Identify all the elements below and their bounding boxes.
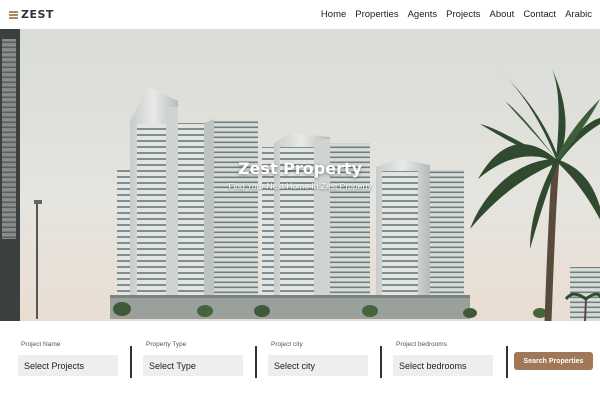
site-header: ZEST Home Properties Agents Projects Abo… — [0, 0, 600, 29]
search-properties-button[interactable]: Search Properties — [514, 352, 593, 370]
hero-banner: Zest Property Find Your Next Home In Zes… — [0, 29, 600, 321]
project-city-field: Project city Select city — [268, 341, 368, 376]
zest-logo-icon — [9, 10, 19, 20]
hero-title: Zest Property — [237, 159, 363, 178]
nav-about[interactable]: About — [489, 9, 514, 20]
field-divider — [255, 346, 257, 378]
main-nav: Home Properties Agents Projects About Co… — [321, 9, 592, 20]
page: ZEST Home Properties Agents Projects Abo… — [0, 0, 600, 400]
property-type-field: Property Type Select Type — [143, 341, 243, 376]
project-name-select[interactable]: Select Projects — [18, 355, 118, 376]
nav-properties[interactable]: Properties — [355, 9, 398, 20]
field-divider — [380, 346, 382, 378]
property-type-select[interactable]: Select Type — [143, 355, 243, 376]
project-bedrooms-select[interactable]: Select bedrooms — [393, 355, 493, 376]
project-name-field: Project Name Select Projects — [18, 341, 118, 376]
project-city-label: Project city — [271, 341, 303, 348]
brand-name: ZEST — [21, 8, 54, 21]
field-divider — [506, 346, 508, 378]
nav-contact[interactable]: Contact — [523, 9, 556, 20]
nav-agents[interactable]: Agents — [408, 9, 438, 20]
hero-subtitle: Find Your Next Home In Zest Property — [228, 181, 372, 191]
project-bedrooms-label: Project bedrooms — [396, 341, 447, 348]
project-city-select[interactable]: Select city — [268, 355, 368, 376]
logo[interactable]: ZEST — [9, 8, 54, 21]
project-bedrooms-field: Project bedrooms Select bedrooms — [393, 341, 493, 376]
project-name-label: Project Name — [21, 341, 61, 348]
property-search-bar: Project Name Select Projects Property Ty… — [0, 321, 600, 400]
property-type-label: Property Type — [146, 341, 187, 348]
nav-arabic[interactable]: Arabic — [565, 9, 592, 20]
hero-text: Zest Property Find Your Next Home In Zes… — [0, 159, 600, 191]
nav-home[interactable]: Home — [321, 9, 346, 20]
nav-projects[interactable]: Projects — [446, 9, 480, 20]
field-divider — [130, 346, 132, 378]
